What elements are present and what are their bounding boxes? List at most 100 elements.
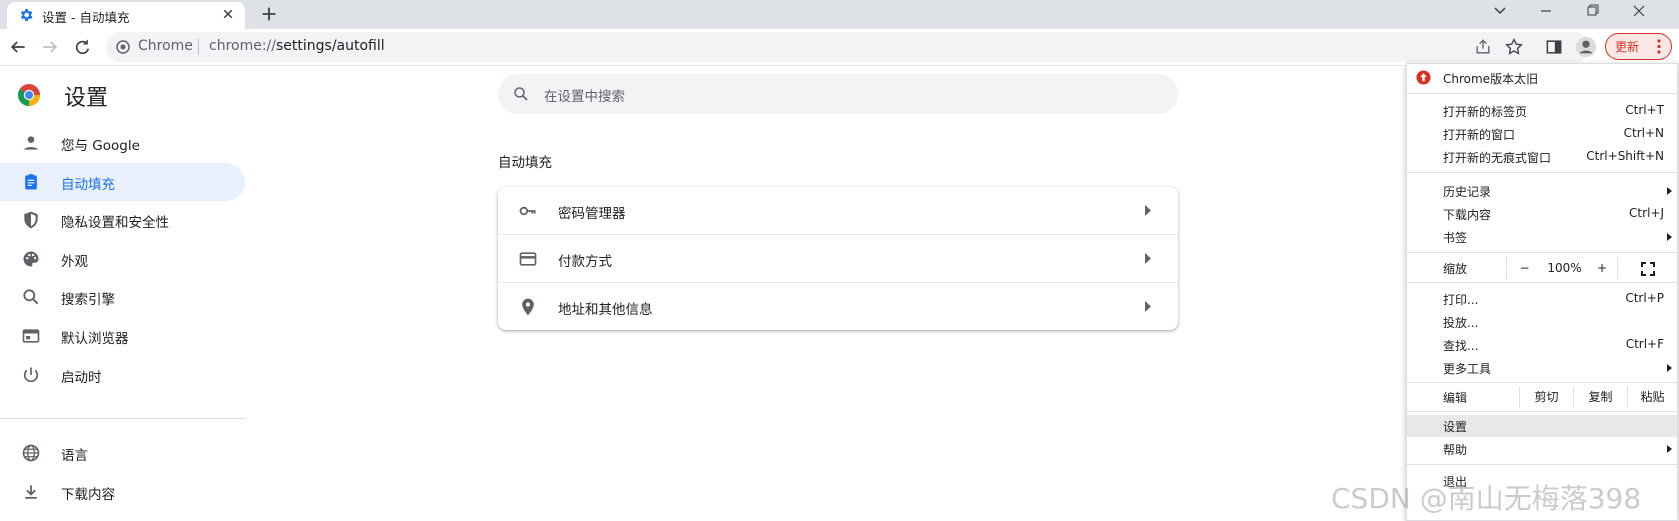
- sidebar-item-label: 自动填充: [61, 177, 115, 193]
- section-title: 自动填充: [498, 155, 552, 171]
- sidebar-item-autofill[interactable]: 自动填充: [0, 163, 245, 201]
- paste-button[interactable]: 粘贴: [1627, 386, 1677, 408]
- submenu-arrow-icon: [1667, 233, 1672, 241]
- new-tab-plus-icon[interactable]: [258, 3, 280, 25]
- power-icon: [23, 367, 39, 383]
- person-icon: [24, 136, 38, 150]
- clipboard-icon: [25, 174, 37, 190]
- edit-label: 编辑: [1443, 391, 1468, 405]
- menu-item-label: 打印...: [1443, 293, 1479, 307]
- globe-icon: [22, 444, 40, 462]
- share-icon[interactable]: [1473, 37, 1493, 57]
- window-close-icon[interactable]: [1626, 1, 1652, 21]
- sidebar-item-on-startup[interactable]: 启动时: [0, 356, 245, 394]
- sidebar-item-label: 外观: [61, 254, 88, 270]
- sidebar-item-languages[interactable]: 语言: [0, 434, 245, 472]
- menu-item-new-window[interactable]: 打开新的窗口 Ctrl+N: [1407, 123, 1677, 145]
- menu-item-settings[interactable]: 设置: [1407, 415, 1677, 437]
- site-chip: Chrome: [138, 38, 193, 54]
- fullscreen-button[interactable]: [1617, 257, 1677, 279]
- zoom-in-button[interactable]: +: [1587, 257, 1617, 279]
- minimize-icon[interactable]: [1533, 1, 1559, 21]
- row-payment-methods[interactable]: 付款方式: [498, 234, 1178, 282]
- tab-settings[interactable]: 设置 - 自动填充: [7, 2, 245, 29]
- chrome-main-menu: Chrome版本太旧 打开新的标签页 Ctrl+T 打开新的窗口 Ctrl+N …: [1406, 63, 1678, 521]
- menu-item-update[interactable]: Chrome版本太旧: [1407, 67, 1677, 89]
- sidebar-item-label: 语言: [61, 448, 88, 464]
- restore-icon[interactable]: [1579, 1, 1605, 21]
- menu-item-find[interactable]: 查找... Ctrl+F: [1407, 334, 1677, 356]
- settings-page-title: 设置: [64, 86, 109, 111]
- cut-button[interactable]: 剪切: [1519, 386, 1573, 408]
- sidebar-item-default-browser[interactable]: 默认浏览器: [0, 317, 245, 355]
- menu-item-new-incognito[interactable]: 打开新的无痕式窗口 Ctrl+Shift+N: [1407, 146, 1677, 168]
- tab-strip: 设置 - 自动填充: [0, 0, 1679, 29]
- menu-item-label: 帮助: [1443, 443, 1468, 457]
- update-button[interactable]: 更新: [1605, 33, 1672, 60]
- menu-item-history[interactable]: 历史记录: [1407, 180, 1677, 202]
- menu-divider: [1407, 411, 1677, 412]
- shield-icon: [24, 211, 38, 229]
- menu-item-label: 书签: [1443, 231, 1468, 245]
- url-text[interactable]: chrome://settings/autofill: [209, 38, 385, 54]
- menu-row-zoom: 缩放 − 100% +: [1407, 257, 1677, 280]
- copy-button[interactable]: 复制: [1573, 386, 1627, 408]
- menu-item-downloads[interactable]: 下载内容 Ctrl+J: [1407, 203, 1677, 225]
- menu-item-new-tab[interactable]: 打开新的标签页 Ctrl+T: [1407, 100, 1677, 122]
- menu-item-label: 下载内容: [1443, 208, 1492, 222]
- menu-item-bookmarks[interactable]: 书签: [1407, 226, 1677, 248]
- menu-item-label: 设置: [1443, 420, 1468, 434]
- address-bar[interactable]: Chrome chrome://settings/autofill: [106, 32, 1590, 62]
- sidebar-divider: [0, 418, 246, 419]
- menu-item-label: 历史记录: [1443, 185, 1492, 199]
- zoom-label: 缩放: [1443, 262, 1468, 276]
- forward-arrow-icon[interactable]: [40, 37, 60, 57]
- sidebar-item-search-engine[interactable]: 搜索引擎: [0, 278, 245, 316]
- menu-divider: [1407, 252, 1677, 253]
- watermark-text: CSDN @南山无梅落398: [1331, 482, 1642, 515]
- arrow-right-icon: [1145, 205, 1151, 216]
- row-password-manager[interactable]: 密码管理器: [498, 187, 1178, 234]
- reload-icon[interactable]: [72, 37, 92, 57]
- row-label: 密码管理器: [558, 206, 626, 222]
- menu-item-label: 查找...: [1443, 339, 1479, 353]
- menu-item-shortcut: Ctrl+N: [1623, 126, 1664, 140]
- side-panel-icon[interactable]: [1544, 37, 1564, 57]
- menu-divider: [1407, 464, 1677, 465]
- profile-avatar-icon[interactable]: [1575, 36, 1597, 58]
- search-placeholder: 在设置中搜索: [544, 89, 625, 105]
- menu-item-shortcut: Ctrl+Shift+N: [1586, 149, 1664, 163]
- menu-item-print[interactable]: 打印... Ctrl+P: [1407, 288, 1677, 310]
- zoom-out-button[interactable]: −: [1506, 257, 1542, 279]
- menu-item-shortcut: Ctrl+J: [1629, 206, 1664, 220]
- sidebar-item-label: 启动时: [61, 370, 102, 386]
- sidebar-item-label: 您与 Google: [61, 138, 140, 154]
- fullscreen-icon: [1640, 261, 1655, 276]
- zoom-value: 100%: [1547, 261, 1582, 275]
- bookmark-star-icon[interactable]: [1504, 37, 1524, 57]
- download-icon: [25, 485, 37, 499]
- menu-item-label: Chrome版本太旧: [1443, 72, 1539, 86]
- search-icon: [514, 87, 528, 101]
- row-addresses[interactable]: 地址和其他信息: [498, 282, 1178, 330]
- settings-search-input[interactable]: 在设置中搜索: [498, 74, 1178, 114]
- menu-item-help[interactable]: 帮助: [1407, 438, 1677, 460]
- menu-item-shortcut: Ctrl+P: [1625, 291, 1664, 305]
- menu-item-cast[interactable]: 投放...: [1407, 311, 1677, 333]
- chrome-logo: [18, 84, 40, 106]
- menu-divider: [1407, 172, 1677, 173]
- menu-item-label: 打开新的标签页: [1443, 105, 1528, 119]
- menu-item-shortcut: Ctrl+F: [1625, 337, 1664, 351]
- menu-item-more-tools[interactable]: 更多工具: [1407, 357, 1677, 379]
- sidebar-item-you-and-google[interactable]: 您与 Google: [0, 124, 245, 162]
- back-arrow-icon[interactable]: [8, 37, 28, 57]
- sidebar-item-privacy[interactable]: 隐私设置和安全性: [0, 201, 245, 239]
- menu-item-label: 打开新的无痕式窗口: [1443, 151, 1552, 165]
- close-icon[interactable]: [219, 5, 237, 23]
- sidebar-item-downloads[interactable]: 下载内容: [0, 473, 245, 511]
- arrow-right-icon: [1145, 253, 1151, 264]
- sidebar-item-label: 默认浏览器: [61, 331, 129, 347]
- sidebar-item-appearance[interactable]: 外观: [0, 240, 245, 278]
- submenu-arrow-icon: [1667, 187, 1672, 195]
- tab-search-chevron-icon[interactable]: [1487, 1, 1513, 21]
